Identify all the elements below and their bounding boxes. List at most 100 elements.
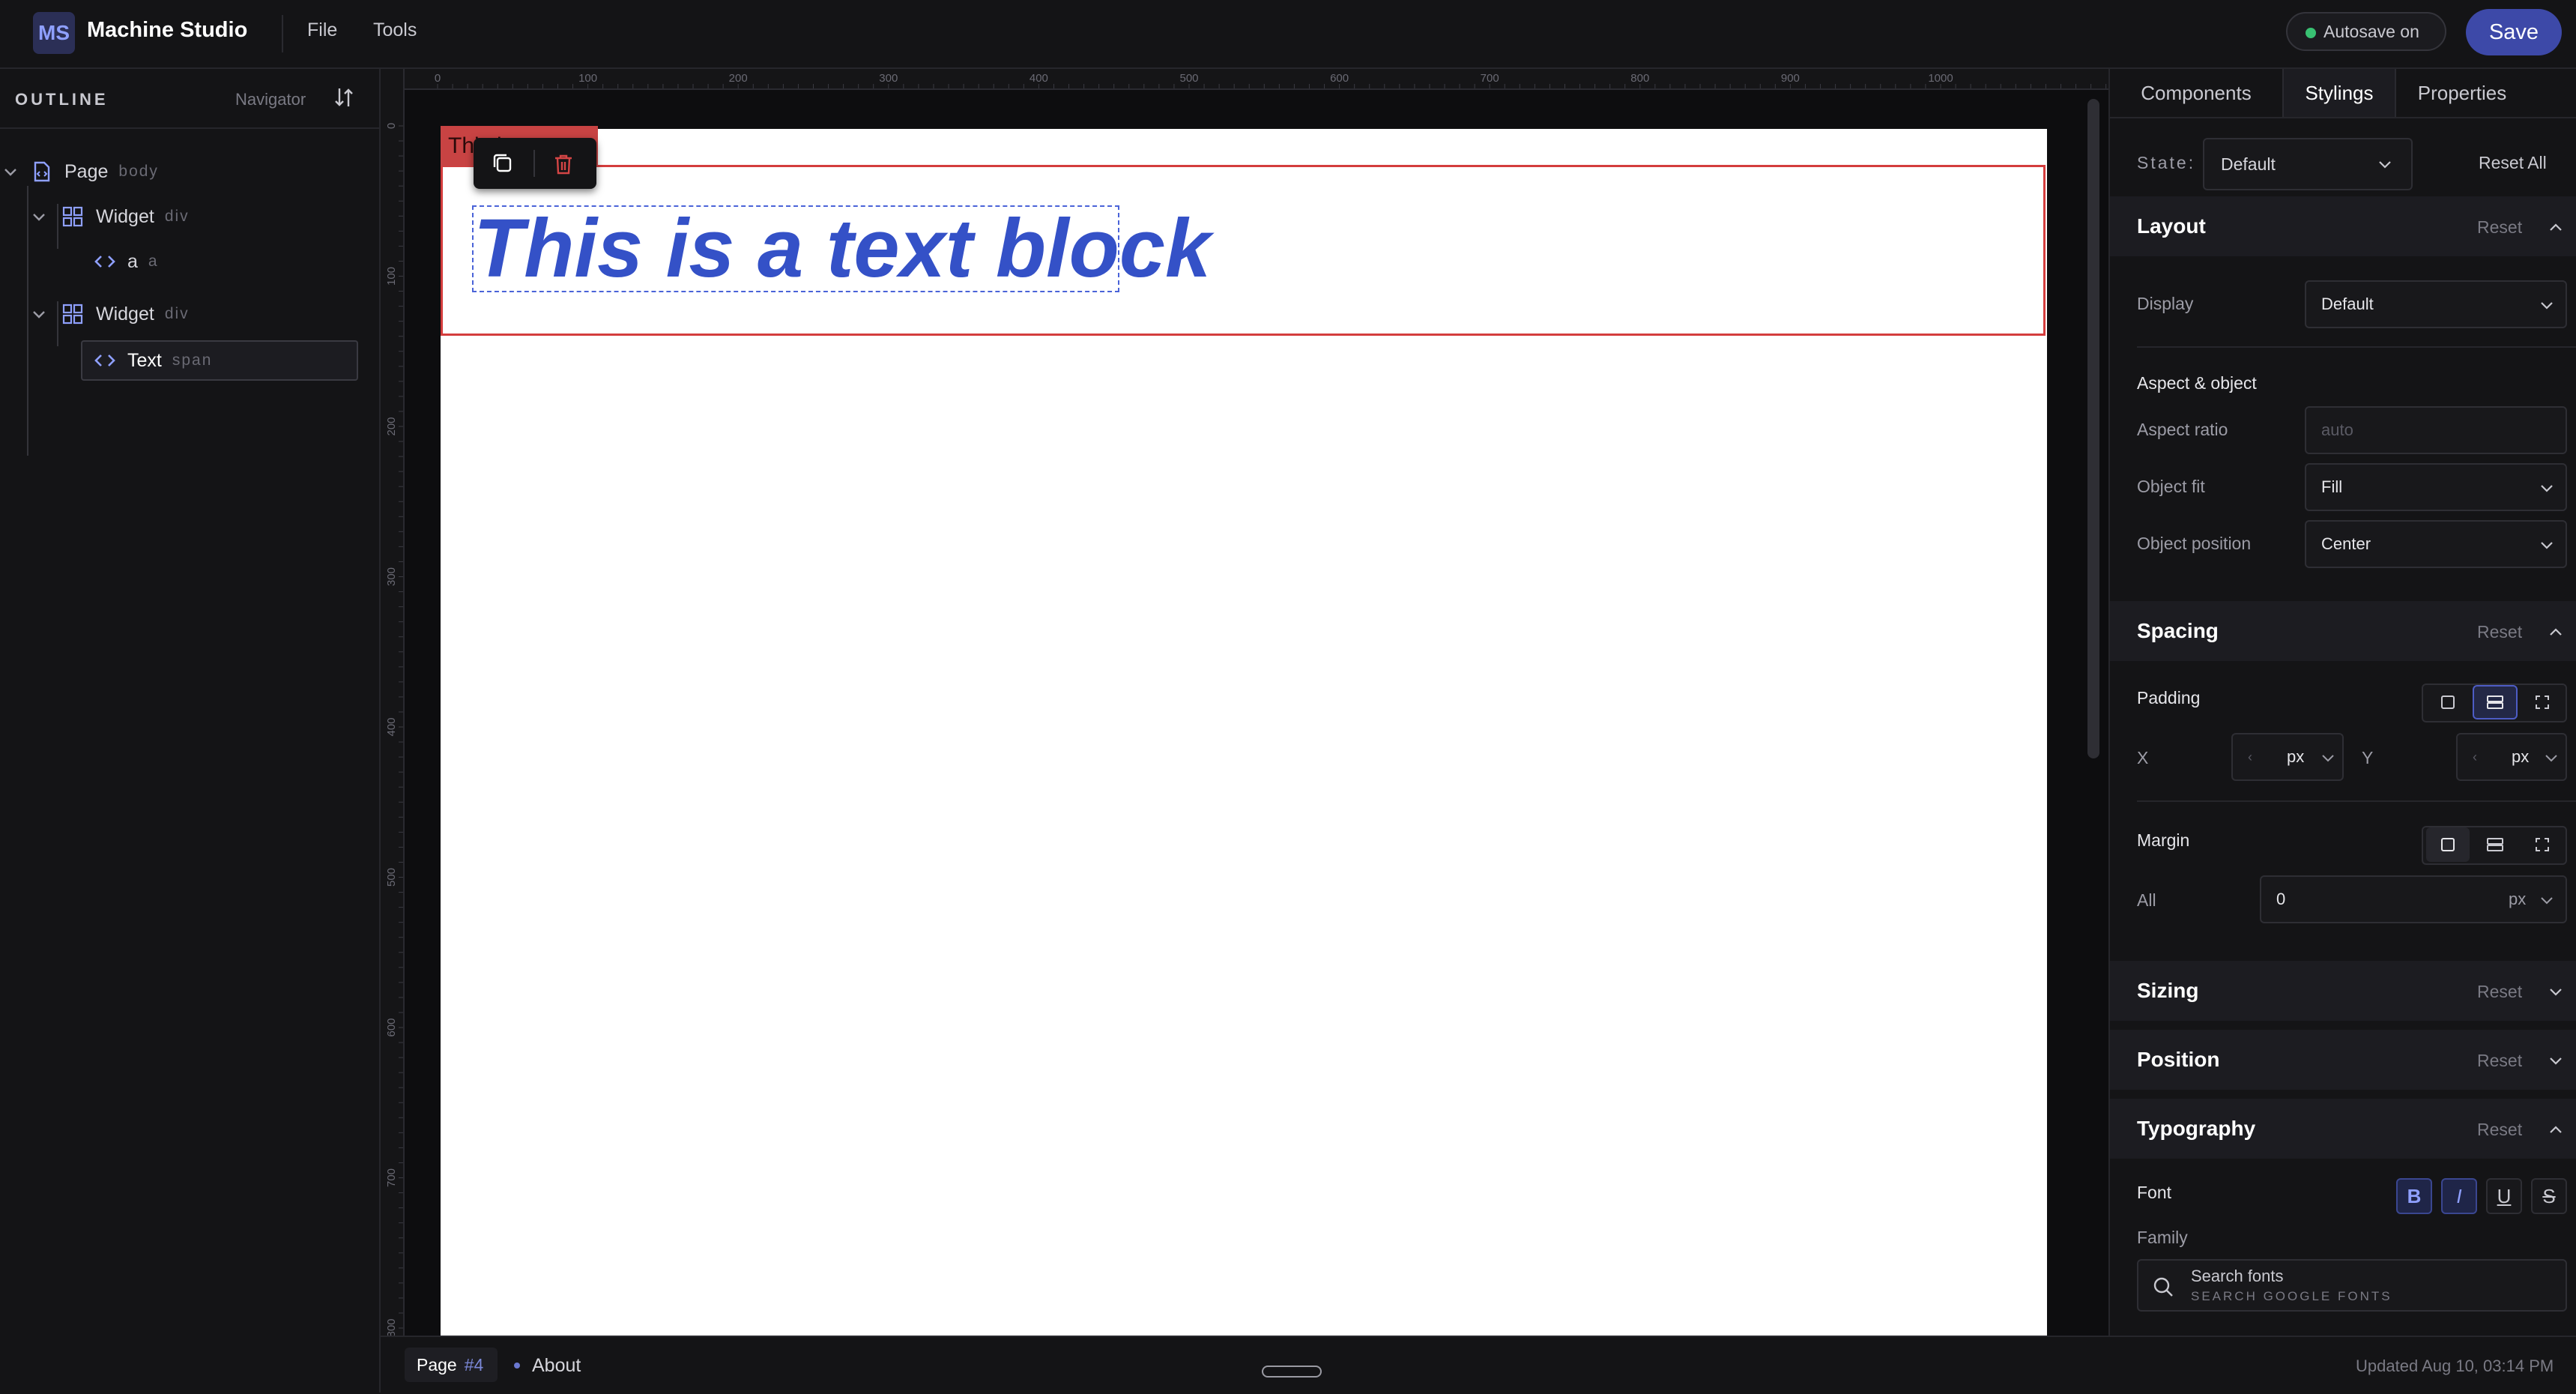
square-icon[interactable] [2426,685,2470,719]
section-layout[interactable]: Layout Reset [2110,196,2576,256]
font-search-hint: SEARCH GOOGLE FONTS [2191,1289,2392,1303]
strikethrough-button[interactable]: S [2531,1178,2567,1214]
reset-button[interactable]: Reset [2477,217,2522,238]
padding-y-label: Y [2362,748,2374,767]
unit-label: px [2512,747,2530,766]
tree-item-page[interactable]: Page body [0,153,159,190]
chevron-down-icon[interactable] [2548,1052,2564,1069]
tree-item-label: Text [127,349,162,371]
padding-x-input[interactable]: ‹ px [2231,733,2344,781]
sort-icon[interactable] [333,85,355,109]
ruler-label: 600 [1330,72,1349,85]
unit-label: px [2287,747,2305,766]
aspect-object-title: Aspect & object [2137,373,2257,393]
bottom-bar: Page #4 About Updated Aug 10, 03:14 PM [381,1336,2576,1394]
expand-icon[interactable] [2521,827,2564,862]
section-title: Layout [2137,214,2206,238]
italic-button[interactable]: I [2441,1178,2477,1214]
top-bar: MS Machine Studio File Tools Autosave on… [0,0,2576,69]
margin-all-input[interactable]: 0 px [2260,875,2567,923]
display-select[interactable]: Default [2305,280,2567,328]
outline-title: OUTLINE [15,90,109,109]
tree-item-tag: div [164,305,190,322]
autosave-label: Autosave on [2323,21,2419,41]
section-spacing[interactable]: Spacing Reset [2110,601,2576,661]
text-block[interactable]: This is a text block [472,205,1211,292]
autosave-toggle[interactable]: Autosave on [2286,12,2446,51]
aspect-ratio-input[interactable]: auto [2305,406,2567,454]
ruler-ticks: 0 100 200 300 400 500 600 700 800 900 1000 [435,72,2107,88]
panel-tabs: Components Stylings Properties [2110,69,2576,118]
state-select[interactable]: Default [2203,138,2413,190]
chevron-down-icon[interactable] [30,305,48,323]
resize-handle[interactable] [1262,1366,1322,1378]
page-tab[interactable]: Page #4 [405,1348,498,1382]
object-position-label: Object position [2137,534,2252,553]
reset-all-button[interactable]: Reset All [2479,153,2547,173]
chevron-up-icon[interactable] [2548,624,2564,640]
chevron-down-icon[interactable] [1,163,19,181]
tab-components[interactable]: Components [2110,69,2282,117]
expand-icon[interactable] [2521,685,2564,719]
navigator-label[interactable]: Navigator [235,90,306,109]
object-fit-select[interactable]: Fill [2305,463,2567,511]
duplicate-icon[interactable] [490,151,517,177]
trash-icon[interactable] [550,151,577,177]
page-tab-label: Page [417,1354,457,1375]
tree-item-a[interactable]: a a [93,243,159,280]
tab-properties[interactable]: Properties [2393,69,2531,117]
chevron-up-icon[interactable] [2548,1121,2564,1138]
tree-item-widget[interactable]: Widget div [30,295,190,333]
tree-item-widget[interactable]: Widget div [30,198,190,235]
section-position[interactable]: Position Reset [2110,1030,2576,1090]
chevron-down-icon[interactable] [30,208,48,226]
padding-x-label: X [2137,748,2149,767]
element-toolbar [474,138,596,189]
tree-item-text[interactable]: Text span [93,342,212,379]
ruler-label: 500 [385,868,398,887]
underline-button[interactable]: U [2486,1178,2522,1214]
chevron-up-icon[interactable] [2548,219,2564,235]
section-title: Spacing [2137,619,2219,642]
axis-padding-icon[interactable] [2473,685,2518,719]
save-button[interactable]: Save [2466,9,2562,55]
padding-label: Padding [2137,688,2201,707]
ruler-label: 800 [385,1318,398,1336]
section-sizing[interactable]: Sizing Reset [2110,961,2576,1021]
chevron-down-icon[interactable] [2548,983,2564,1000]
chevron-down-icon [2322,755,2334,762]
menu-file[interactable]: File [307,19,337,41]
tree-item-label: a [127,250,138,272]
ruler-label: 1000 [1928,72,1953,85]
padding-y-input[interactable]: ‹ px [2456,733,2567,781]
state-value: Default [2221,154,2276,174]
ruler-label: 400 [385,717,398,736]
margin-label: Margin [2137,830,2190,850]
reset-button[interactable]: Reset [2477,622,2522,642]
bold-button[interactable]: B [2396,1178,2432,1214]
reset-button[interactable]: Reset [2477,1051,2522,1071]
menu-tools[interactable]: Tools [373,19,417,41]
toolbar-divider [533,150,535,177]
state-label: State: [2137,153,2196,172]
ruler-label: 300 [385,567,398,586]
canvas-scrollbar[interactable] [2087,99,2099,758]
object-position-select[interactable]: Center [2305,520,2567,568]
axis-margin-icon[interactable] [2473,827,2518,862]
canvas-area[interactable]: 0 100 200 300 400 500 600 700 800 900 1000 0 100 200… [381,69,2108,1336]
page-tab-number: #4 [464,1354,484,1375]
section-title: Typography [2137,1117,2256,1140]
ruler-label: 300 [879,72,898,85]
tab-stylings[interactable]: Stylings [2282,69,2396,117]
code-icon [94,354,115,366]
font-search-input[interactable]: Search fonts SEARCH GOOGLE FONTS [2137,1259,2567,1312]
reset-button[interactable]: Reset [2477,982,2522,1002]
chevron-down-icon [2541,897,2553,905]
square-icon[interactable] [2426,827,2470,862]
ruler-label: 700 [385,1168,398,1187]
section-typography[interactable]: Typography Reset [2110,1099,2576,1159]
reset-button[interactable]: Reset [2477,1120,2522,1140]
page-tab-about[interactable]: About [532,1355,581,1377]
grid-icon [62,304,83,325]
code-icon [94,256,115,268]
